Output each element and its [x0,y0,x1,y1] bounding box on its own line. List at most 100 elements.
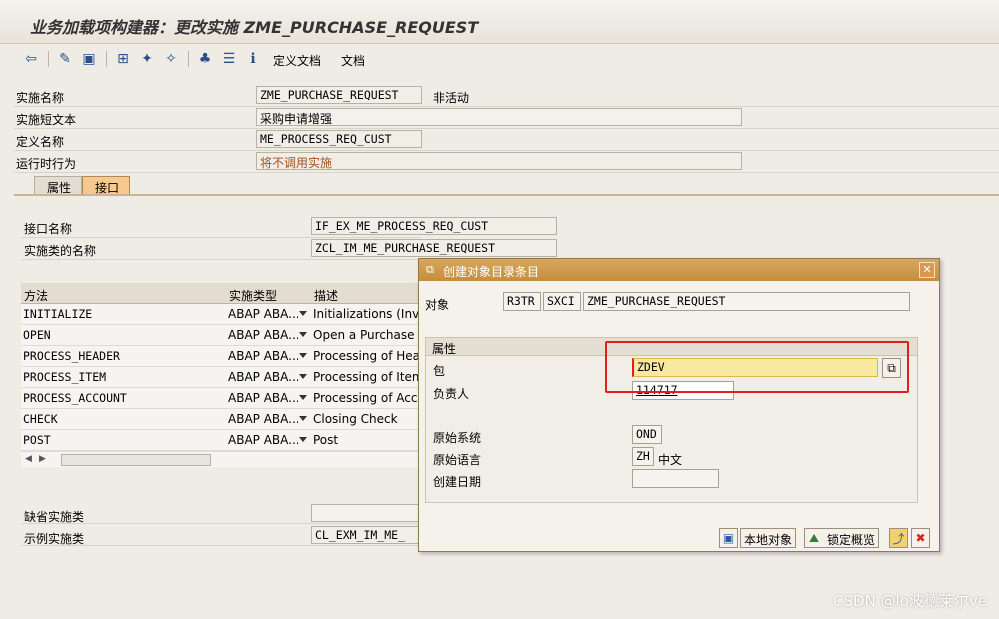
lock-overview-icon: ⛰ [809,531,820,545]
package-label: 包 [433,364,446,378]
method-desc: Processing of Item [313,370,421,384]
orig-system-label: 原始系统 [433,431,482,445]
impl-class-label: 实施类的名称 [24,244,97,258]
dropdown-arrow-icon[interactable] [299,437,307,442]
dropdown-arrow-icon[interactable] [299,353,307,358]
lock-overview-button[interactable]: ⛰ 锁定概览 [804,528,880,548]
hierarchy-icon[interactable]: ♣ [196,50,214,68]
object-list-icon[interactable]: ⊞ [114,50,132,68]
table-scrollbar[interactable]: ◀ ▶ [21,451,421,467]
method-name[interactable]: PROCESS_HEADER [23,349,223,363]
impl-type: ABAP ABA... [228,307,298,321]
help-icon[interactable]: ⤴ [889,528,908,548]
watermark: CSDN @lo波德莱尔ve [833,592,987,610]
object-pgmid-field: R3TR [503,292,541,311]
method-desc: Processing of Heade [313,349,421,363]
method-desc: Post [313,433,339,447]
def-name-field: ME_PROCESS_REQ_CUST [256,130,422,148]
scroll-left-icon[interactable]: ◀ [25,454,32,464]
orig-lang-label: 原始语言 [433,453,482,467]
where-used-icon[interactable]: ✧ [162,50,180,68]
method-desc: Open a Purchase Re [313,328,421,342]
table-row[interactable]: CHECK ABAP ABA... Closing Check [21,409,421,430]
table-row[interactable]: PROCESS_HEADER ABAP ABA... Processing of… [21,346,421,367]
impl-type: ABAP ABA... [228,412,298,426]
runtime-label: 运行时行为 [16,157,77,171]
cancel-icon[interactable]: ✖ [911,528,930,548]
toolbar-separator [106,51,107,67]
impl-type: ABAP ABA... [228,370,298,384]
interface-name-label: 接口名称 [24,222,73,236]
scroll-right-icon[interactable]: ▶ [39,454,46,464]
runtime-row: 运行时行为 将不调用实施 [14,151,999,173]
title-bar: 业务加载项构建器：更改实施 ZME_PURCHASE_REQUEST [0,0,999,44]
object-name-field: ZME_PURCHASE_REQUEST [583,292,910,311]
back-icon[interactable]: ⇦ [22,50,40,68]
example-class-label: 示例实施类 [24,532,85,546]
def-name-label: 定义名称 [16,135,65,149]
close-icon[interactable]: ✕ [919,262,935,278]
short-text-field[interactable]: 采购申请增强 [256,108,742,126]
save-icon[interactable]: ▣ [719,528,738,548]
table-row[interactable]: PROCESS_ACCOUNT ABAP ABA... Processing o… [21,388,421,409]
window-title: 业务加载项构建器：更改实施 ZME_PURCHASE_REQUEST [30,18,479,37]
def-name-row: 定义名称 ME_PROCESS_REQ_CUST [14,129,999,151]
info-icon[interactable]: ℹ [244,50,262,68]
impl-type: ABAP ABA... [228,328,298,342]
table-row[interactable]: OPEN ABAP ABA... Open a Purchase Re [21,325,421,346]
tab-attributes[interactable]: 属性 [34,176,83,196]
impl-name-label: 实施名称 [16,91,65,105]
magic-wand-icon[interactable]: ✦ [138,50,156,68]
impl-class-field[interactable]: ZCL_IM_ME_PURCHASE_REQUEST [311,239,557,257]
define-doc-button[interactable]: 定义文档 [273,52,321,69]
toolbar-separator [48,51,49,67]
orig-system-field: OND [632,425,662,444]
method-name[interactable]: POST [23,433,223,447]
impl-type: ABAP ABA... [228,349,298,363]
dropdown-arrow-icon[interactable] [299,416,307,421]
short-text-label: 实施短文本 [16,113,77,127]
column-header-impl-type[interactable]: 实施类型 [229,287,277,304]
dialog-title-bar[interactable]: ⧉ 创建对象目录条目 ✕ [419,259,939,281]
orig-lang-text: 中文 [658,453,683,467]
created-date-field [632,469,719,488]
column-header-description[interactable]: 描述 [314,287,338,304]
highlight-box [605,341,909,393]
method-desc: Initializations (Invok [313,307,421,321]
dialog-icon: ⧉ [426,263,434,276]
dialog-title: 创建对象目录条目 [443,265,540,279]
local-object-button[interactable]: 本地对象 [740,528,797,548]
table-row[interactable]: POST ABAP ABA... Post [21,430,421,451]
dropdown-arrow-icon[interactable] [299,311,307,316]
dropdown-arrow-icon[interactable] [299,332,307,337]
attributes-group-title: 属性 [432,342,457,356]
doc-button[interactable]: 文档 [341,52,365,69]
dropdown-arrow-icon[interactable] [299,374,307,379]
display-change-icon[interactable]: ✎ [56,50,74,68]
owner-label: 负责人 [433,387,470,401]
impl-status-text: 非活动 [433,91,470,105]
activate-icon[interactable]: ▣ [80,50,98,68]
method-name[interactable]: PROCESS_ACCOUNT [23,391,223,405]
default-class-field[interactable] [311,504,421,522]
runtime-field: 将不调用实施 [256,152,742,170]
table-row[interactable]: INITIALIZE ABAP ABA... Initializations (… [21,304,421,325]
example-class-field[interactable]: CL_EXM_IM_ME_ [311,526,421,544]
method-name[interactable]: CHECK [23,412,223,426]
impl-name-field: ZME_PURCHASE_REQUEST [256,86,422,104]
list-icon[interactable]: ☰ [220,50,238,68]
table-row[interactable]: PROCESS_ITEM ABAP ABA... Processing of I… [21,367,421,388]
method-name[interactable]: OPEN [23,328,223,342]
application-toolbar: ⇦ ✎ ▣ ⊞ ✦ ✧ ♣ ☰ ℹ 定义文档 文档 [0,45,999,73]
scroll-thumb[interactable] [61,454,211,466]
column-header-method[interactable]: 方法 [24,287,48,304]
tab-interface[interactable]: 接口 [82,176,131,196]
create-object-directory-dialog: ⧉ 创建对象目录条目 ✕ 对象 R3TR SXCI ZME_PURCHASE_R… [418,258,940,552]
method-desc: Closing Check [313,412,398,426]
method-name[interactable]: INITIALIZE [23,307,223,321]
impl-class-row: 实施类的名称 ZCL_IM_ME_PURCHASE_REQUEST [21,238,557,260]
short-text-row: 实施短文本 采购申请增强 [14,107,999,129]
method-name[interactable]: PROCESS_ITEM [23,370,223,384]
dropdown-arrow-icon[interactable] [299,395,307,400]
method-desc: Processing of Accou [313,391,421,405]
